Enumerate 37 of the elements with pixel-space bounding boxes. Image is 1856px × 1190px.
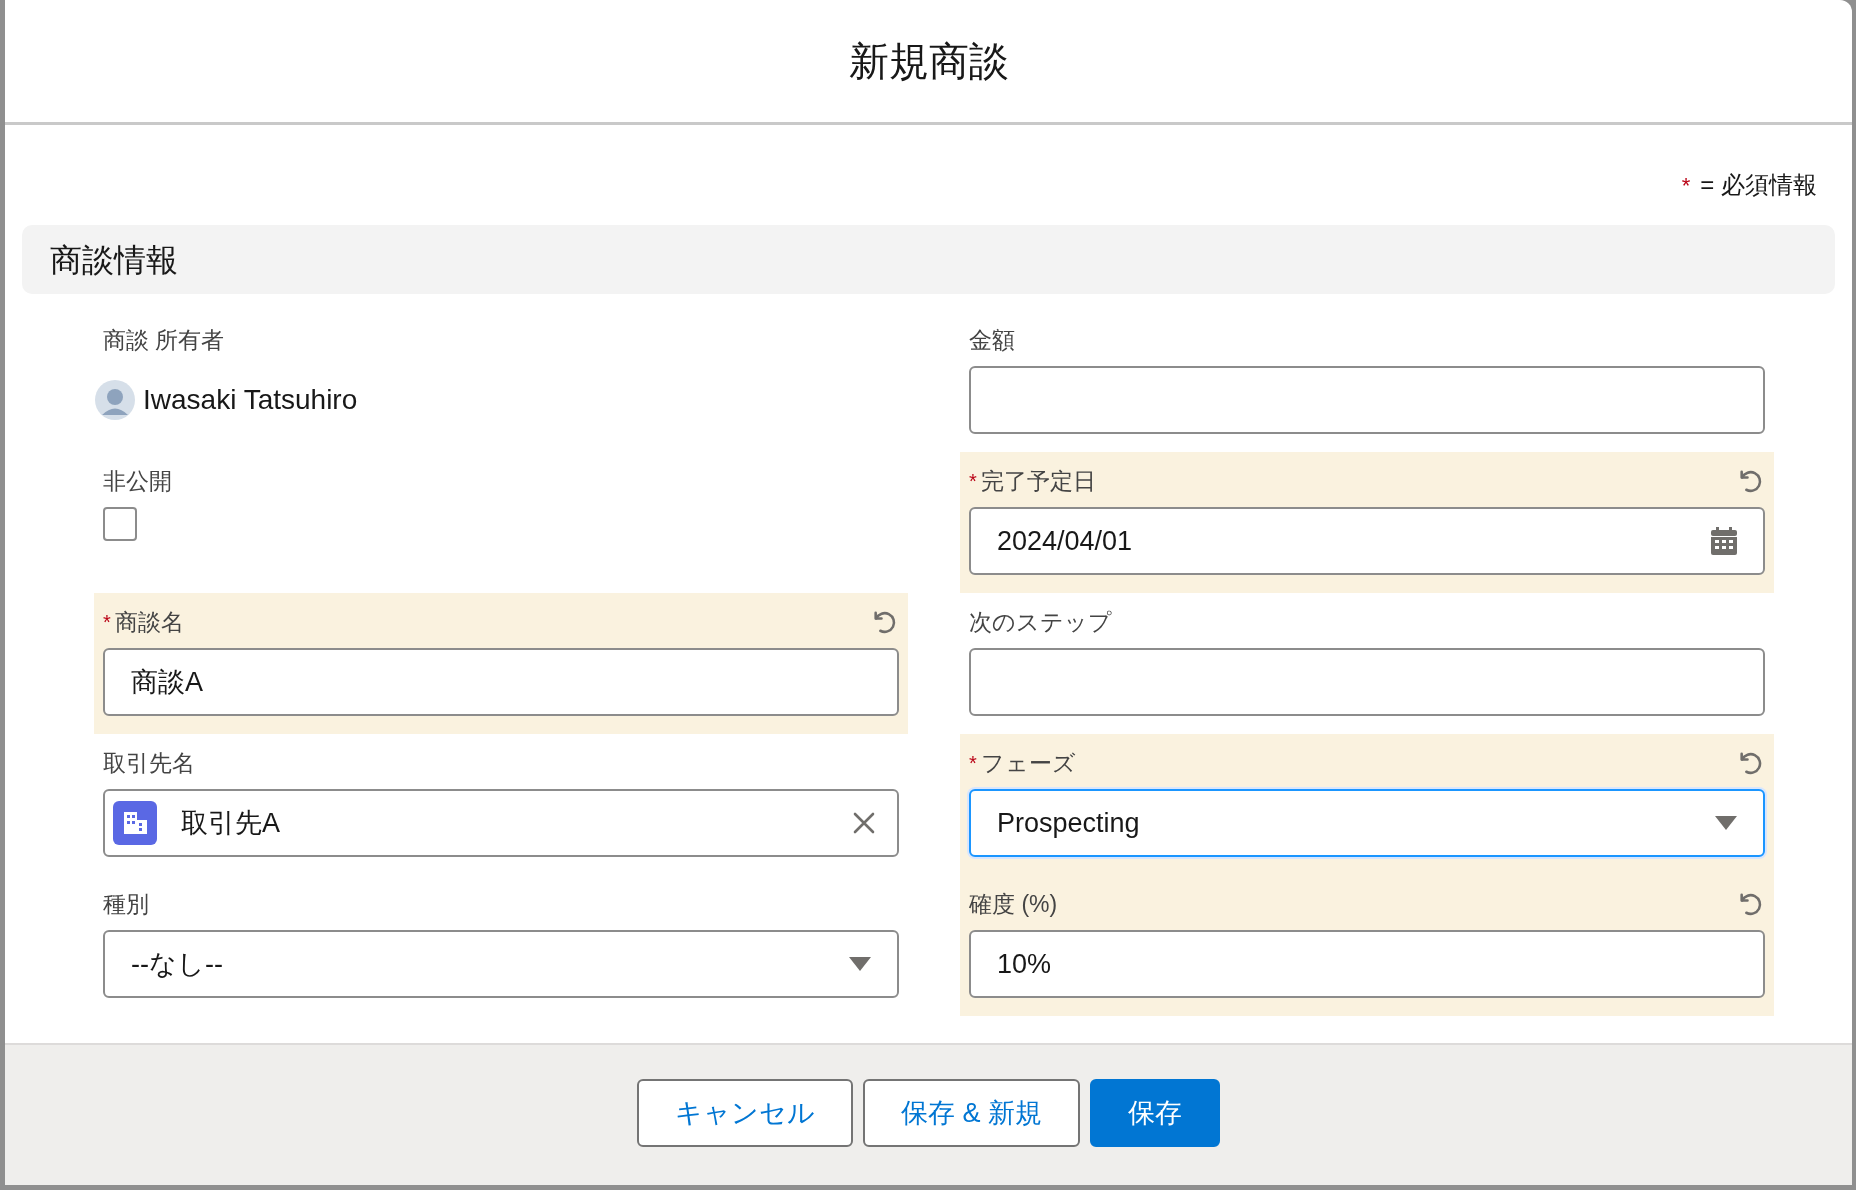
field-label: 完了予定日 <box>980 466 1096 496</box>
section-header: 商談情報 <box>22 225 1835 294</box>
field-label: 商談名 <box>114 607 184 637</box>
owner-name[interactable]: Iwasaki Tatsuhiro <box>143 379 358 421</box>
footer-button[interactable]: 保存 & 新規 <box>863 1079 1080 1147</box>
picklist-field[interactable]: Prospecting <box>969 789 1765 857</box>
date-field[interactable]: 2024/04/01 <box>969 507 1765 575</box>
required-mark: * <box>969 469 977 494</box>
calendar-icon[interactable] <box>1711 527 1737 555</box>
field-label: 非公開 <box>103 466 172 496</box>
footer-button[interactable]: キャンセル <box>637 1079 853 1147</box>
lookup-field[interactable]: 取引先A <box>103 789 899 857</box>
field-label: 種別 <box>103 889 149 919</box>
private-checkbox[interactable] <box>103 507 137 541</box>
input-field[interactable] <box>969 648 1765 716</box>
avatar-icon <box>95 380 135 420</box>
field-label: 確度 (%) <box>969 889 1058 919</box>
input-field[interactable] <box>969 366 1765 434</box>
caret-icon <box>1715 816 1737 830</box>
field-label: フェーズ <box>980 748 1076 778</box>
save-button[interactable]: 保存 <box>1090 1079 1220 1147</box>
picklist-field[interactable]: --なし-- <box>103 930 899 998</box>
input-field[interactable]: 10% <box>969 930 1765 998</box>
required-mark: * <box>969 751 977 776</box>
field-label: 取引先名 <box>103 748 195 778</box>
required-mark: * <box>1681 171 1691 200</box>
modal-title: 新規商談 <box>848 38 1009 85</box>
clear-icon[interactable] <box>853 812 875 834</box>
field-label: 次のステップ <box>969 607 1112 637</box>
required-note: = 必須情報 <box>1700 170 1817 200</box>
field-label: 商談 所有者 <box>103 325 225 355</box>
input-field[interactable]: 商談A <box>103 648 899 716</box>
account-value: 取引先A <box>181 806 281 840</box>
field-label: 金額 <box>969 325 1015 355</box>
caret-icon <box>849 957 871 971</box>
required-mark: * <box>103 610 111 635</box>
building-icon <box>113 801 157 845</box>
